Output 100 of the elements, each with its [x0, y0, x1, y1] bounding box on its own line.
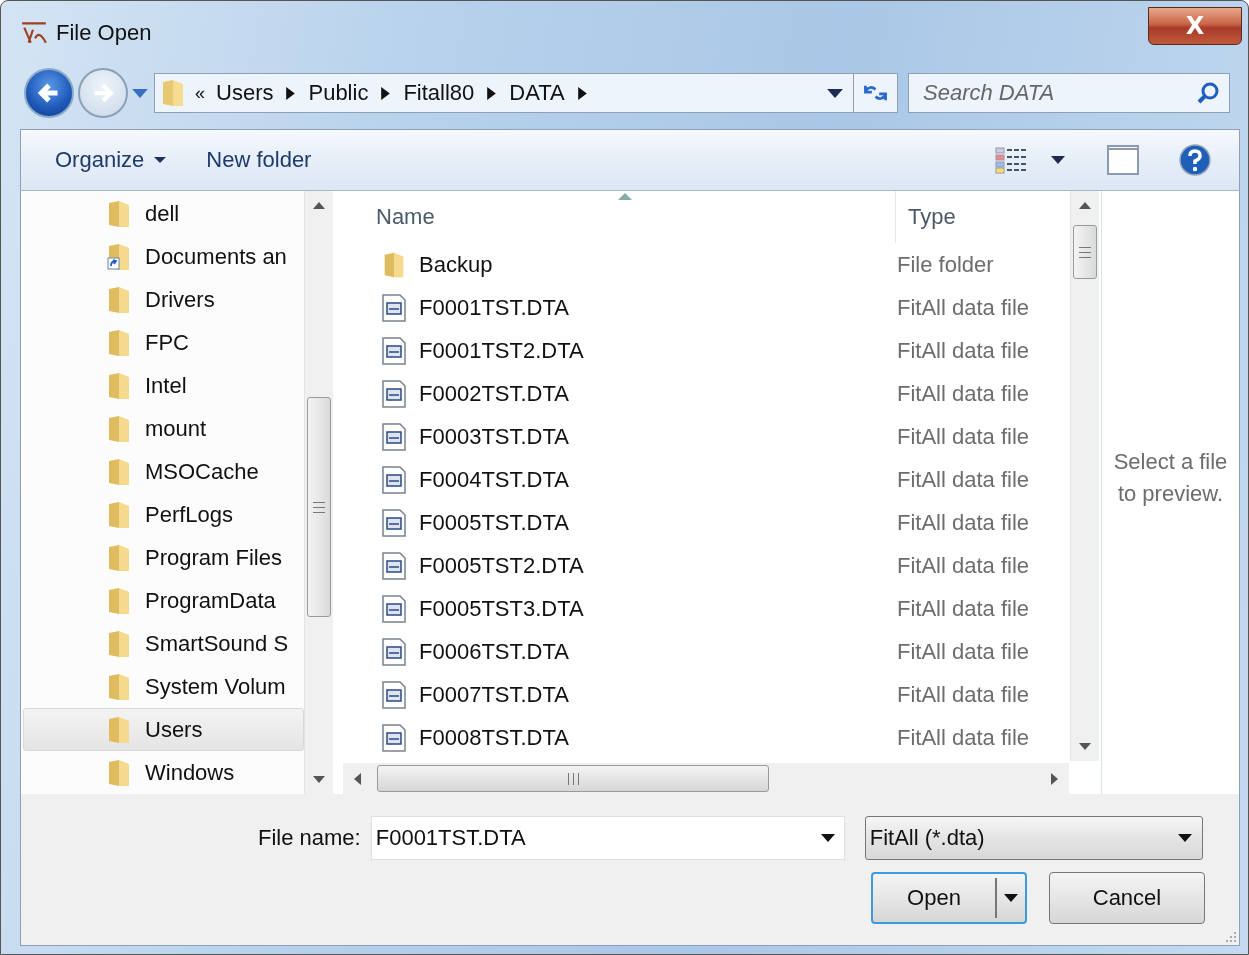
- tree-item-label[interactable]: SmartSound S: [145, 630, 289, 657]
- organize-menu[interactable]: Organize: [45, 141, 177, 179]
- file-name[interactable]: F0001TST2.DTA: [419, 337, 897, 364]
- tree-item[interactable]: Documents an: [21, 235, 304, 278]
- search-field[interactable]: Search DATA: [908, 73, 1230, 113]
- dropdown-icon[interactable]: [1051, 156, 1065, 164]
- file-type: FitAll data file: [897, 337, 1030, 364]
- caret-icon: [1004, 894, 1018, 902]
- tree-item[interactable]: Windows: [21, 751, 304, 794]
- scroll-down-arrow-icon[interactable]: [1079, 743, 1091, 751]
- close-button[interactable]: X: [1148, 7, 1242, 45]
- overflow-chevron[interactable]: «: [195, 82, 205, 104]
- file-name[interactable]: F0002TST.DTA: [419, 380, 897, 407]
- tree-item[interactable]: FPC: [21, 321, 304, 364]
- vertical-scrollbar[interactable]: [304, 191, 333, 794]
- document-icon: [381, 465, 407, 494]
- file-name[interactable]: F0005TST3.DTA: [419, 595, 897, 622]
- type-column-header[interactable]: Type: [896, 191, 956, 243]
- cancel-button[interactable]: Cancel: [1049, 872, 1205, 924]
- tree-item[interactable]: Intel: [21, 364, 304, 407]
- document-icon: [381, 551, 407, 580]
- view-list-icon[interactable]: [995, 146, 1027, 174]
- document-icon: [381, 508, 407, 537]
- scroll-thumb[interactable]: [1073, 225, 1097, 279]
- search-icon[interactable]: [1196, 81, 1220, 105]
- chevron-right-icon[interactable]: [381, 86, 391, 100]
- file-type: FitAll data file: [897, 724, 1030, 751]
- scroll-thumb[interactable]: [307, 397, 331, 617]
- back-button[interactable]: [24, 68, 74, 118]
- document-icon: [381, 379, 407, 408]
- file-name[interactable]: F0005TST.DTA: [419, 509, 897, 536]
- tree-item-label[interactable]: Windows: [145, 759, 235, 786]
- breadcrumb-item[interactable]: Fitall80: [403, 80, 475, 106]
- file-name[interactable]: F0004TST.DTA: [419, 466, 897, 493]
- resize-grip-icon[interactable]: [1225, 931, 1237, 943]
- tree-item[interactable]: System Volum: [21, 665, 304, 708]
- tree-item-label[interactable]: Users: [145, 716, 203, 743]
- file-type: FitAll data file: [897, 509, 1030, 536]
- tree-item-label[interactable]: Intel: [145, 372, 187, 399]
- folder-icon: [161, 78, 185, 108]
- file-name[interactable]: F0006TST.DTA: [419, 638, 897, 665]
- scroll-up-arrow-icon[interactable]: [313, 201, 325, 209]
- grip-icon: [567, 772, 579, 785]
- tree-item[interactable]: MSOCache: [21, 450, 304, 493]
- file-name[interactable]: F0003TST.DTA: [419, 423, 897, 450]
- history-dropdown-icon[interactable]: [132, 88, 148, 98]
- tree-item[interactable]: SmartSound S: [21, 622, 304, 665]
- scroll-left-arrow-icon[interactable]: [353, 772, 361, 785]
- tree-item-label[interactable]: Drivers: [145, 286, 215, 313]
- tree-item-label[interactable]: dell: [145, 200, 180, 227]
- horizontal-scrollbar[interactable]: [343, 763, 1069, 794]
- file-name[interactable]: Backup: [419, 251, 897, 278]
- grip-icon: [313, 501, 325, 513]
- tree-item[interactable]: PerfLogs: [21, 493, 304, 536]
- tree-item[interactable]: dell: [21, 192, 304, 235]
- tree-item-label[interactable]: FPC: [145, 329, 189, 356]
- tree-item[interactable]: mount: [21, 407, 304, 450]
- scroll-up-arrow-icon[interactable]: [1079, 201, 1091, 209]
- file-name-field[interactable]: F0001TST.DTA: [370, 816, 845, 860]
- breadcrumb-item[interactable]: DATA: [509, 80, 565, 106]
- scroll-right-arrow-icon[interactable]: [1051, 772, 1059, 785]
- vertical-scrollbar[interactable]: [1070, 191, 1099, 761]
- tree-item[interactable]: Drivers: [21, 278, 304, 321]
- chevron-right-icon[interactable]: [286, 86, 296, 100]
- tree-item-label[interactable]: PerfLogs: [145, 501, 234, 528]
- dropdown-icon[interactable]: [820, 834, 835, 842]
- file-name[interactable]: F0001TST.DTA: [419, 294, 897, 321]
- tree-item-label[interactable]: MSOCache: [145, 458, 259, 485]
- file-type: FitAll data file: [897, 466, 1030, 493]
- dropdown-icon[interactable]: [827, 88, 843, 98]
- tree-item-label[interactable]: ProgramData: [145, 587, 276, 614]
- breadcrumb-item[interactable]: Users: [216, 80, 274, 106]
- chevron-right-icon[interactable]: [487, 86, 497, 100]
- address-bar[interactable]: « Users Public Fitall80 DATA: [154, 73, 898, 113]
- tree-item[interactable]: Program Files: [21, 536, 304, 579]
- document-icon: [381, 723, 407, 752]
- tree-item[interactable]: ProgramData: [21, 579, 304, 622]
- new-folder-button[interactable]: New folder: [196, 141, 322, 179]
- grip-icon: [1079, 246, 1091, 258]
- file-type: FitAll data file: [897, 380, 1030, 407]
- tree-item[interactable]: Users: [23, 708, 304, 751]
- preview-pane-icon[interactable]: [1107, 145, 1139, 175]
- file-name[interactable]: F0008TST.DTA: [419, 724, 897, 751]
- tree-item-label[interactable]: mount: [145, 415, 207, 442]
- file-type-dropdown[interactable]: FitAll (*.dta): [864, 816, 1203, 860]
- file-name[interactable]: F0005TST2.DTA: [419, 552, 897, 579]
- caret-icon: [154, 157, 167, 163]
- tree-item-label[interactable]: Documents an: [145, 243, 287, 270]
- document-icon: [381, 594, 407, 623]
- scroll-thumb[interactable]: [377, 765, 769, 792]
- document-icon: [381, 422, 407, 451]
- chevron-right-icon[interactable]: [577, 86, 587, 100]
- file-name[interactable]: F0007TST.DTA: [419, 681, 897, 708]
- scroll-down-arrow-icon[interactable]: [313, 776, 325, 784]
- tree-item-label[interactable]: Program Files: [145, 544, 282, 571]
- breadcrumb-item[interactable]: Public: [308, 80, 369, 106]
- file-type: FitAll data file: [897, 681, 1030, 708]
- tree-item-label[interactable]: System Volum: [145, 673, 286, 700]
- help-icon[interactable]: [1179, 144, 1211, 176]
- file-type: File folder: [897, 251, 994, 278]
